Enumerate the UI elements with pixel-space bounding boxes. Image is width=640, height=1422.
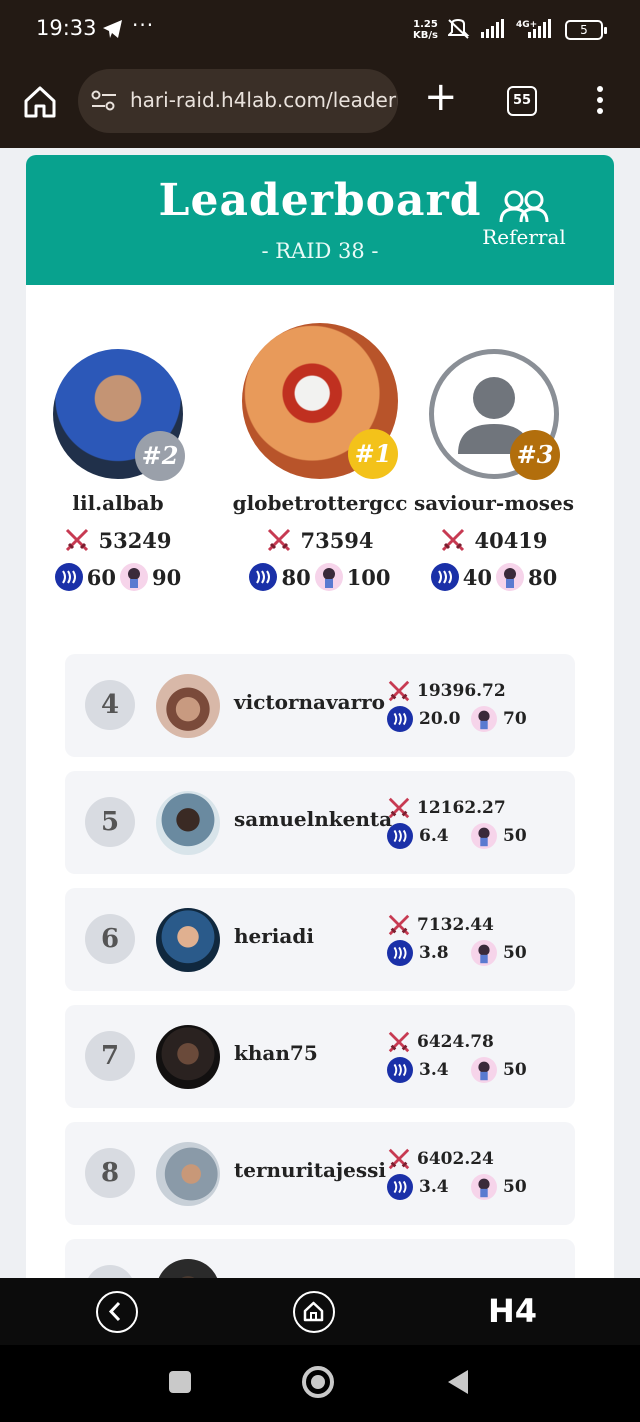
rank-number: 6 bbox=[85, 914, 135, 964]
podium-score: 40419 bbox=[404, 527, 584, 553]
podium-tokens: 40 80 bbox=[404, 563, 584, 591]
avatar: #3 bbox=[429, 349, 560, 480]
rank-number: 5 bbox=[85, 797, 135, 847]
back-triangle-icon[interactable] bbox=[446, 1369, 470, 1395]
rank-badge-3: #3 bbox=[510, 430, 560, 480]
rank-number: 4 bbox=[85, 680, 135, 730]
tab-switcher-button[interactable]: 55 bbox=[507, 86, 537, 116]
podium-name: lil.albab bbox=[72, 491, 164, 515]
swords-icon bbox=[388, 1148, 410, 1170]
site-settings-icon[interactable] bbox=[90, 89, 118, 113]
username: ternuritajessi bbox=[234, 1158, 386, 1182]
rank-number: 8 bbox=[85, 1148, 135, 1198]
podium-tokens: 60 90 bbox=[28, 563, 208, 591]
podium-second[interactable]: #2 lil.albab 53249 60 90 bbox=[28, 323, 208, 591]
browser-menu-icon[interactable] bbox=[592, 86, 608, 118]
rank-badge-1: #1 bbox=[348, 429, 398, 479]
podium-name: globetrottergcc bbox=[232, 491, 408, 515]
h4-logo[interactable]: H4 bbox=[488, 1292, 537, 1330]
swords-icon bbox=[388, 797, 410, 819]
home-circle-icon[interactable] bbox=[302, 1366, 334, 1398]
telegram-icon bbox=[103, 20, 122, 38]
avatar bbox=[156, 791, 220, 855]
mute-icon bbox=[448, 18, 470, 39]
svg-text:4G+: 4G+ bbox=[516, 20, 537, 30]
avatar: #2 bbox=[53, 349, 185, 481]
swords-icon bbox=[66, 528, 89, 552]
list-item[interactable]: 7 khan75 6424.78 3.4 50 bbox=[65, 1005, 575, 1108]
row-stats: 6424.78 3.4 50 bbox=[387, 1029, 567, 1085]
swords-icon bbox=[388, 1031, 410, 1053]
list-item[interactable]: 6 heriadi 7132.44 3.8 50 bbox=[65, 888, 575, 991]
token-icon bbox=[314, 563, 343, 591]
token-icon bbox=[471, 706, 497, 732]
podium-third[interactable]: #3 saviour-moses 40419 40 80 bbox=[404, 323, 584, 591]
row-stats: 6402.24 3.4 50 bbox=[387, 1146, 567, 1202]
steem-icon bbox=[430, 563, 459, 591]
steem-icon bbox=[387, 1174, 413, 1200]
list-item[interactable]: 5 samuelnkenta 12162.27 6.4 50 bbox=[65, 771, 575, 874]
row-stats: 12162.27 6.4 50 bbox=[387, 795, 567, 851]
new-tab-icon[interactable]: + bbox=[424, 77, 458, 117]
swords-icon bbox=[442, 528, 465, 552]
recents-icon[interactable] bbox=[169, 1371, 191, 1393]
url-text: hari-raid.h4lab.com/leaderboard bbox=[130, 88, 398, 112]
app-bottom-bar: H4 bbox=[0, 1278, 640, 1345]
username: victornavarro bbox=[234, 690, 386, 714]
avatar: #1 bbox=[242, 323, 398, 479]
steem-icon bbox=[249, 563, 278, 591]
podium-tokens: 80 100 bbox=[230, 563, 410, 591]
more-notifications-icon: ··· bbox=[132, 13, 155, 37]
avatar bbox=[156, 1142, 220, 1206]
podium-name: saviour-moses bbox=[414, 491, 574, 515]
network-speed: 1.25 KB/s bbox=[413, 19, 438, 41]
home-icon[interactable] bbox=[20, 82, 60, 122]
username: khan75 bbox=[234, 1041, 318, 1065]
podium-first[interactable]: #1 globetrottergcc 73594 80 100 bbox=[230, 323, 410, 591]
signal-icons: 4G+ bbox=[448, 18, 551, 39]
swords-icon bbox=[388, 680, 410, 702]
signal-bars-icon-1 bbox=[481, 19, 504, 38]
users-icon bbox=[499, 190, 549, 223]
referral-button[interactable]: Referral bbox=[480, 189, 568, 249]
avatar bbox=[156, 908, 220, 972]
address-bar[interactable]: hari-raid.h4lab.com/leaderboard bbox=[78, 69, 398, 133]
avatar bbox=[156, 1025, 220, 1089]
swords-icon bbox=[268, 528, 291, 552]
steem-icon bbox=[387, 1057, 413, 1083]
back-icon[interactable] bbox=[96, 1291, 138, 1333]
list-item[interactable]: 8 ternuritajessi 6402.24 3.4 50 bbox=[65, 1122, 575, 1225]
token-icon bbox=[471, 1057, 497, 1083]
token-icon bbox=[496, 563, 524, 591]
status-bar: 19:33 ··· 1.25 KB/s 4G+ 5 bbox=[0, 0, 640, 60]
list-item[interactable]: 4 victornavarro 19396.72 20.0 70 bbox=[65, 654, 575, 757]
row-stats: 19396.72 20.0 70 bbox=[387, 678, 567, 734]
steem-icon bbox=[387, 706, 413, 732]
token-icon bbox=[471, 1174, 497, 1200]
leaderboard-header: Leaderboard - RAID 38 - Referral bbox=[26, 155, 614, 285]
token-icon bbox=[471, 823, 497, 849]
steem-icon bbox=[387, 940, 413, 966]
podium-score: 73594 bbox=[230, 527, 410, 553]
podium-score: 53249 bbox=[28, 527, 208, 553]
leaderboard-card: Leaderboard - RAID 38 - Referral #2 lil.… bbox=[26, 155, 614, 1295]
token-icon bbox=[120, 563, 148, 591]
token-icon bbox=[471, 940, 497, 966]
username: samuelnkenta bbox=[234, 807, 393, 831]
username: heriadi bbox=[234, 924, 314, 948]
home-icon[interactable] bbox=[293, 1291, 335, 1333]
avatar bbox=[156, 674, 220, 738]
rank-badge-2: #2 bbox=[135, 431, 185, 481]
battery-icon: 5 bbox=[565, 20, 607, 40]
steem-icon bbox=[54, 563, 83, 591]
rank-number: 7 bbox=[85, 1031, 135, 1081]
swords-icon bbox=[388, 914, 410, 936]
status-time: 19:33 bbox=[36, 16, 97, 40]
system-navigation-bar bbox=[0, 1345, 640, 1422]
row-stats: 7132.44 3.8 50 bbox=[387, 912, 567, 968]
steem-icon bbox=[387, 823, 413, 849]
browser-toolbar: hari-raid.h4lab.com/leaderboard + 55 bbox=[0, 60, 640, 148]
